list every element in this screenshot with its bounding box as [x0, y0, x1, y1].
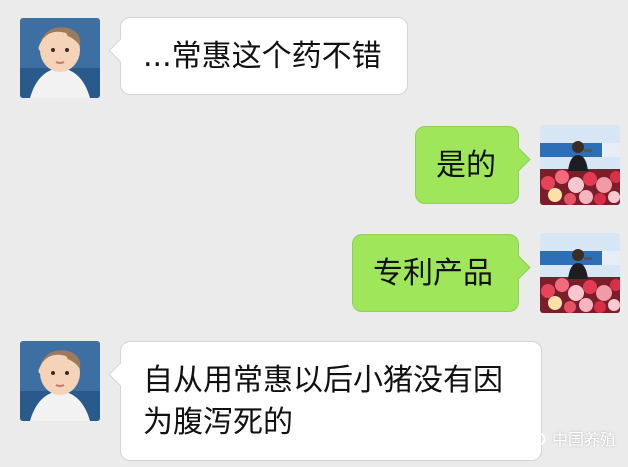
message-text-4-line-1: 自从用常惠以后小猪没有因 [143, 363, 503, 398]
message-bubble-1[interactable]: ...常惠这个药不错 [108, 17, 408, 95]
message-text-3: 专利产品 [373, 256, 493, 291]
bubble-tail [108, 362, 133, 387]
watermark-text: 中国养殖 [551, 430, 616, 449]
message-bubble-4[interactable]: 自从用常惠以后小猪没有因 为腹泻死的 [108, 341, 542, 461]
baby-avatar[interactable] [20, 341, 100, 421]
speaker-avatar[interactable] [540, 233, 620, 313]
message-bubble-3[interactable]: 专利产品 [352, 234, 531, 312]
watermark: 中国养殖 [520, 425, 616, 451]
message-text-1: ...常惠这个药不错 [143, 39, 382, 74]
bubble-tail [108, 38, 133, 63]
wechat-icon [520, 425, 546, 451]
message-bubble-2[interactable]: 是的 [415, 126, 531, 204]
speaker-avatar[interactable] [540, 125, 620, 205]
baby-avatar[interactable] [20, 18, 100, 98]
message-text-4-line-2: 为腹泻死的 [143, 405, 293, 440]
message-text-2: 是的 [436, 148, 496, 183]
